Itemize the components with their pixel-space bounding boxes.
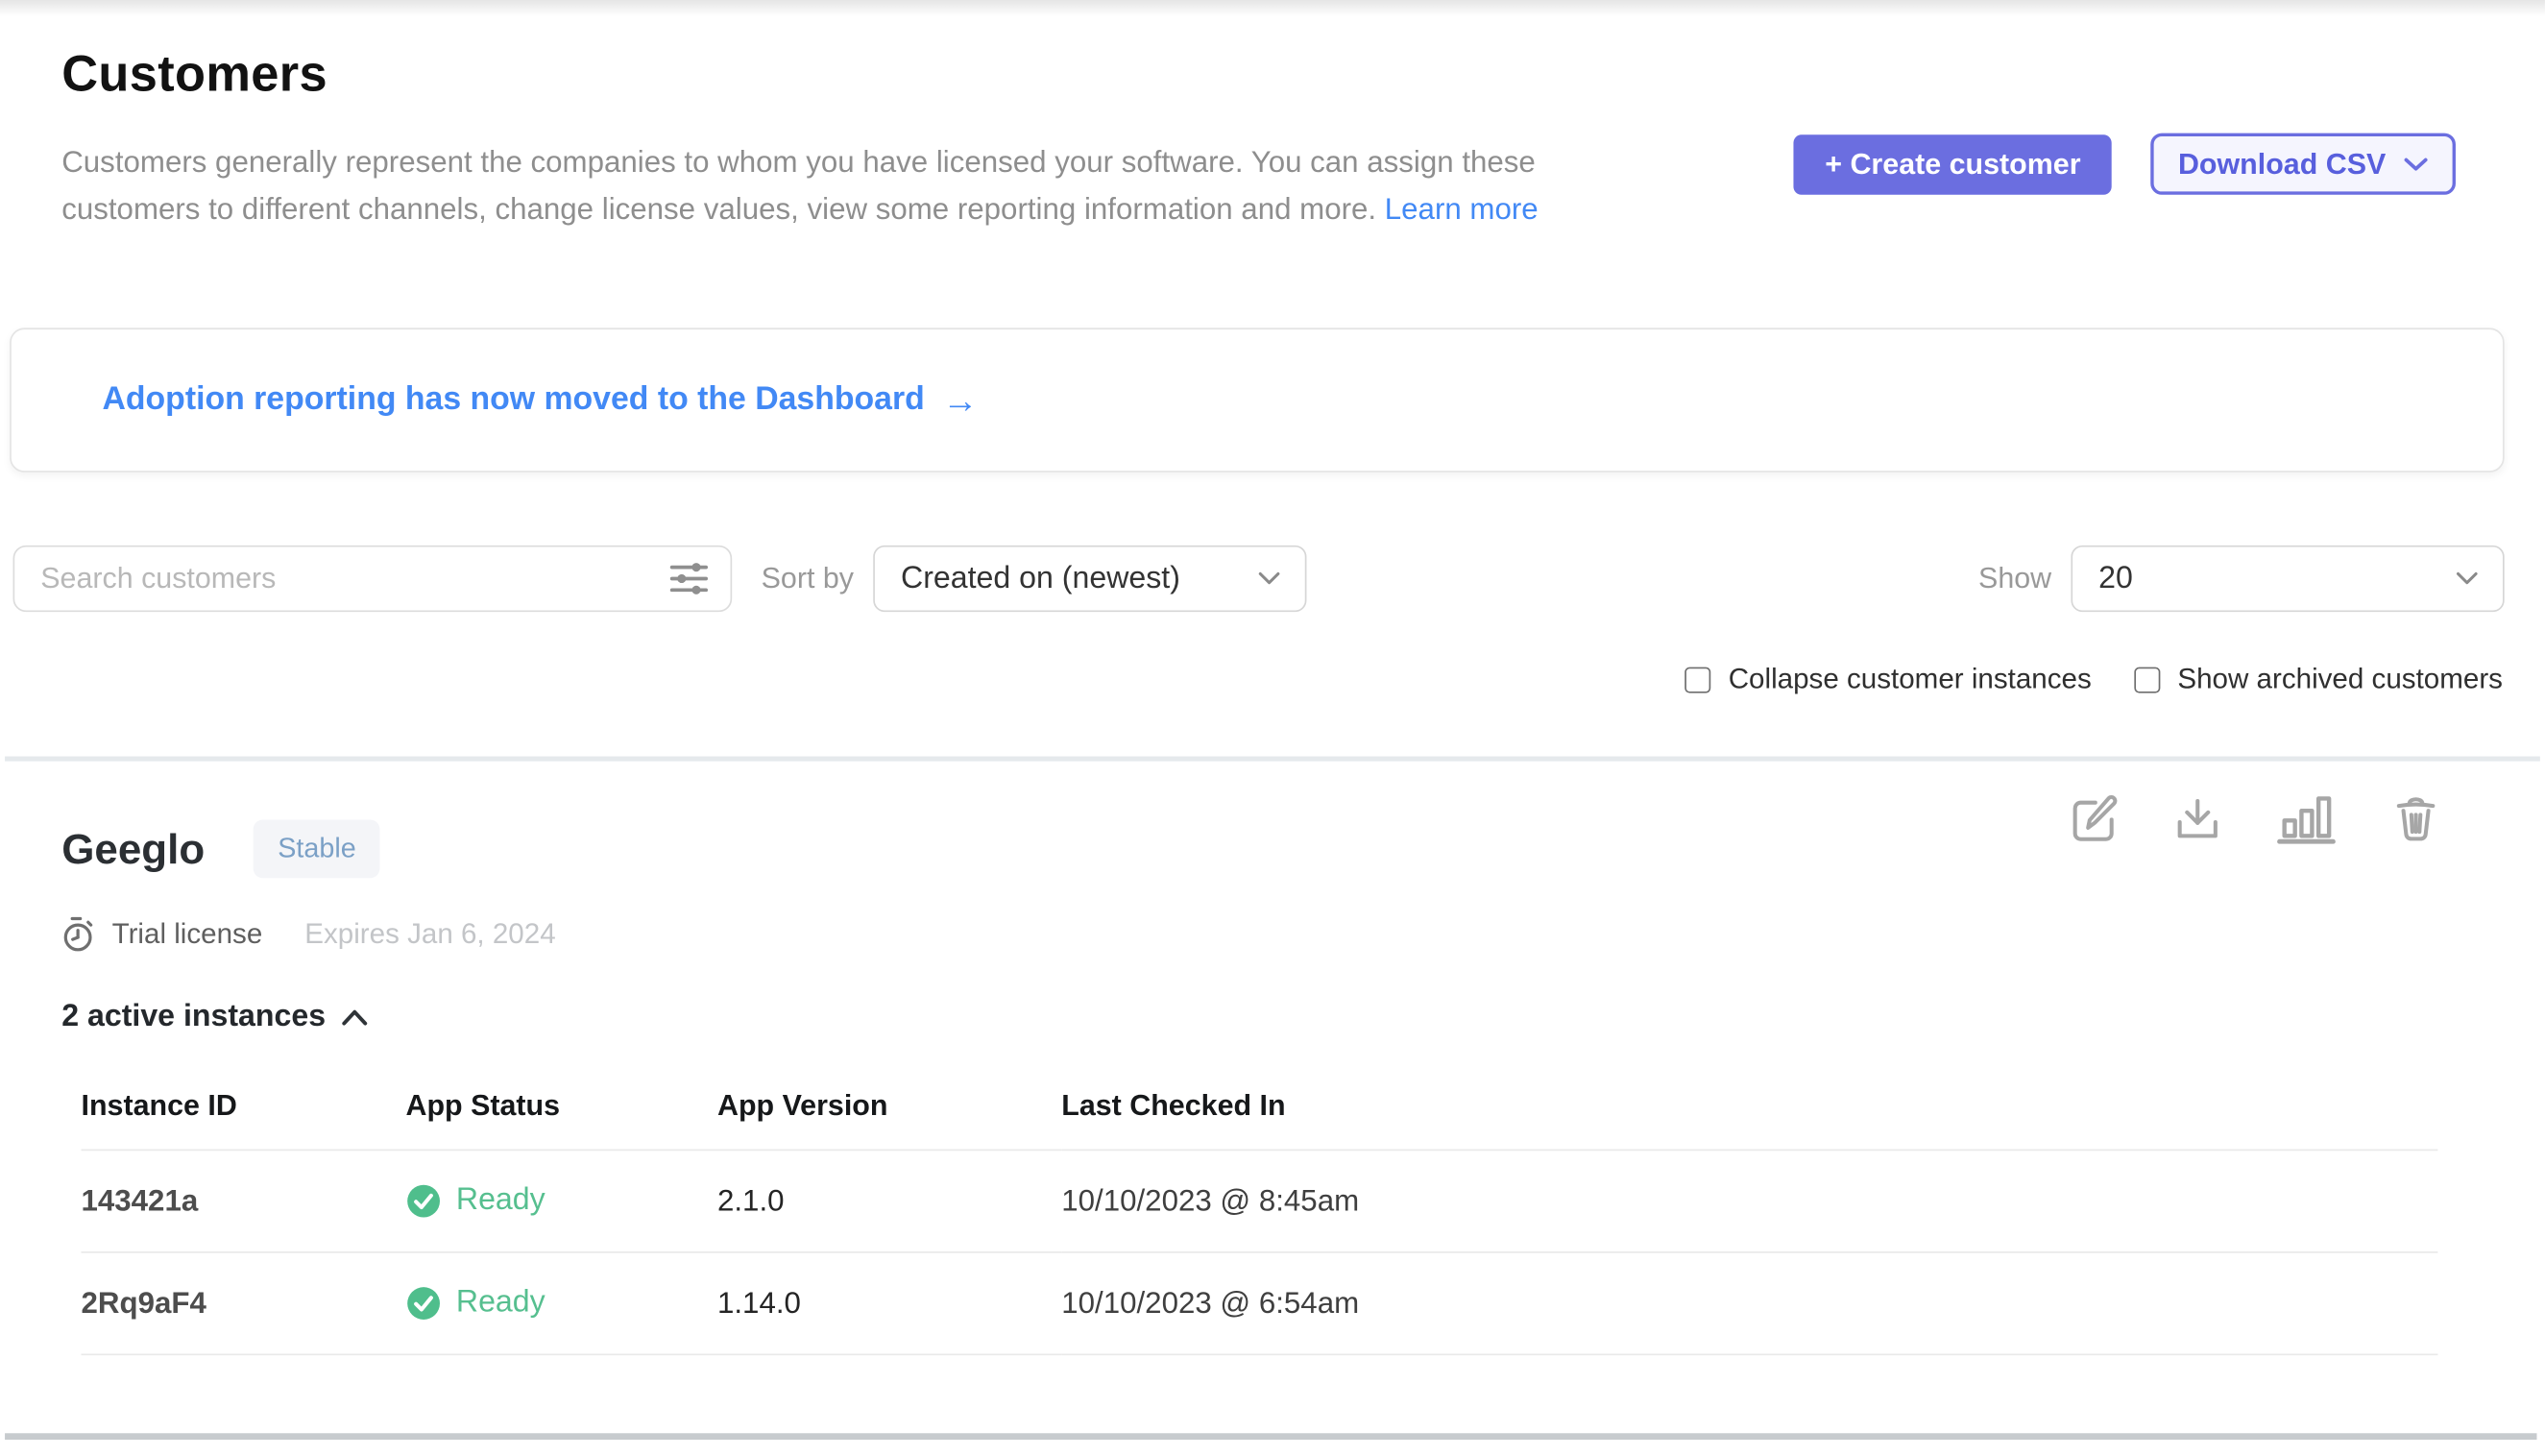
col-header-app-version: App Version — [717, 1089, 1061, 1150]
col-header-instance-id: Instance ID — [82, 1089, 406, 1150]
learn-more-link[interactable]: Learn more — [1385, 191, 1539, 225]
instances-toggle[interactable]: 2 active instances — [61, 1000, 368, 1035]
page-description-text: Customers generally represent the compan… — [61, 144, 1536, 226]
download-csv-button[interactable]: Download CSV — [2150, 133, 2456, 195]
channel-badge: Stable — [254, 819, 380, 878]
customer-card: Geeglo Stable — [0, 762, 2545, 1356]
status-badge: Ready — [406, 1183, 717, 1219]
sort-by-label: Sort by — [762, 562, 854, 595]
show-archived-checkbox[interactable] — [2134, 667, 2160, 692]
sort-select-value: Created on (newest) — [901, 561, 1180, 596]
last-checked-in: 10/10/2023 @ 6:54am — [1061, 1252, 2437, 1354]
instance-id: 143421a — [82, 1150, 406, 1251]
show-archived-label: Show archived customers — [2177, 663, 2503, 696]
trash-icon — [2390, 792, 2440, 844]
filter-sliders-icon[interactable] — [668, 560, 709, 597]
download-csv-label: Download CSV — [2178, 147, 2386, 181]
search-input[interactable] — [13, 546, 733, 612]
app-version: 1.14.0 — [717, 1252, 1061, 1354]
status-badge: Ready — [406, 1285, 717, 1321]
app-version: 2.1.0 — [717, 1150, 1061, 1251]
chevron-down-icon — [2404, 157, 2428, 171]
chevron-down-icon — [1258, 571, 1281, 586]
table-header-row: Instance ID App Status App Version Last … — [82, 1089, 2438, 1150]
check-circle-icon — [406, 1285, 442, 1321]
arrow-right-icon: → — [942, 382, 978, 418]
filters-row: Sort by Created on (newest) Show 20 — [0, 546, 2545, 612]
page-header: Customers Customers generally represent … — [0, 0, 2545, 232]
page-title: Customers — [61, 45, 2456, 104]
adoption-banner-link[interactable]: Adoption reporting has now moved to the … — [102, 381, 978, 419]
download-icon — [2173, 795, 2222, 844]
chevron-up-icon — [340, 1009, 368, 1026]
license-expiry: Expires Jan 6, 2024 — [304, 917, 555, 951]
reporting-customer-button[interactable] — [2274, 790, 2339, 847]
show-per-page-select[interactable]: 20 — [2071, 546, 2504, 612]
table-row: 143421a Ready 2.1.0 10/10/2023 @ 8:45am — [82, 1150, 2438, 1251]
delete-customer-button[interactable] — [2387, 789, 2444, 847]
chevron-down-icon — [2456, 571, 2479, 586]
adoption-banner-text: Adoption reporting has now moved to the … — [102, 381, 924, 419]
collapse-instances-checkbox[interactable] — [1685, 667, 1710, 692]
timer-icon — [61, 915, 95, 953]
customers-page: Customers Customers generally represent … — [0, 0, 2545, 1456]
instances-table: Instance ID App Status App Version Last … — [82, 1089, 2438, 1355]
header-actions: + Create customer Download CSV — [1794, 133, 2456, 195]
status-text: Ready — [456, 1285, 545, 1321]
show-archived-option[interactable]: Show archived customers — [2134, 663, 2503, 696]
customer-name[interactable]: Geeglo — [61, 824, 205, 874]
check-circle-icon — [406, 1183, 442, 1219]
bar-chart-icon — [2277, 793, 2336, 843]
status-text: Ready — [456, 1183, 545, 1219]
license-type-label: Trial license — [112, 917, 263, 951]
col-header-last-checked-in: Last Checked In — [1061, 1089, 2437, 1150]
checkbox-row: Collapse customer instances Show archive… — [0, 663, 2545, 696]
table-row: 2Rq9aF4 Ready 1.14.0 10/10/2023 @ 6:54am — [82, 1252, 2438, 1354]
instances-toggle-label: 2 active instances — [61, 1000, 326, 1035]
page-description: Customers generally represent the compan… — [61, 138, 1671, 232]
download-customer-button[interactable] — [2170, 792, 2225, 847]
last-checked-in: 10/10/2023 @ 8:45am — [1061, 1150, 2437, 1251]
create-customer-button[interactable]: + Create customer — [1794, 133, 2112, 194]
bottom-divider — [5, 1433, 2536, 1440]
collapse-instances-option[interactable]: Collapse customer instances — [1685, 663, 2092, 696]
license-row: Trial license Expires Jan 6, 2024 — [61, 915, 2499, 953]
edit-icon — [2066, 792, 2118, 844]
adoption-banner: Adoption reporting has now moved to the … — [10, 328, 2505, 472]
search-box — [13, 546, 733, 612]
collapse-instances-label: Collapse customer instances — [1729, 663, 2092, 696]
instance-id: 2Rq9aF4 — [82, 1252, 406, 1354]
show-select-value: 20 — [2098, 561, 2133, 596]
edit-customer-button[interactable] — [2063, 789, 2121, 847]
show-label: Show — [1978, 562, 2051, 595]
col-header-app-status: App Status — [406, 1089, 717, 1150]
sort-select[interactable]: Created on (newest) — [873, 546, 1306, 612]
customer-actions — [2063, 789, 2444, 847]
